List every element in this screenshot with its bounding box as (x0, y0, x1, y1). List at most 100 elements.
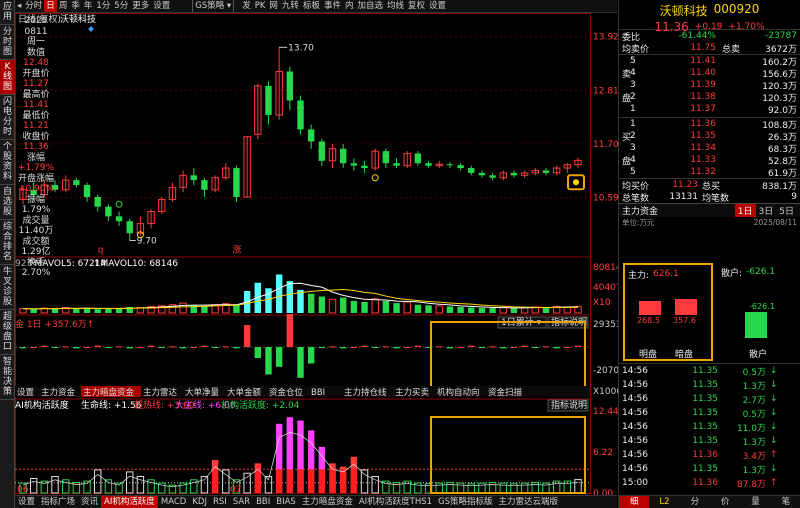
subtab[interactable]: 大单金额 (227, 387, 262, 398)
subtab[interactable]: 大单净量 (185, 387, 220, 398)
chart-area[interactable]: 日线(复权)沃顿科技13.9212.8111.7010.5913.709.70q… (15, 13, 618, 495)
sidebar-item[interactable]: 超级盘口 (0, 310, 15, 355)
candle-body[interactable] (233, 168, 240, 198)
sidebar-item[interactable]: 自选股 (0, 185, 15, 220)
period-tab[interactable]: 分时 (23, 0, 44, 12)
candle-body[interactable] (201, 180, 208, 190)
period-tab[interactable]: 设置 (151, 0, 172, 12)
subtab[interactable]: 主力暗盘资金 (83, 387, 135, 398)
indicator-tab[interactable]: 资讯 (78, 496, 101, 508)
candle-body[interactable] (542, 170, 550, 173)
candle-body[interactable] (115, 216, 123, 222)
toolbar-item[interactable]: 九转 (280, 0, 301, 12)
indicator-tab[interactable]: SAR (230, 496, 253, 508)
sell-level[interactable]: 盘 2 11.38 120.3万 (619, 91, 800, 104)
sidebar-item[interactable]: 分时图 (0, 25, 15, 60)
candle-body[interactable] (468, 168, 475, 173)
toolbar-item[interactable]: 内 (343, 0, 356, 12)
candle-body[interactable] (73, 180, 80, 185)
subtab[interactable]: 主力雷达 (143, 387, 178, 398)
toolbar-item[interactable]: 发 (240, 0, 253, 12)
toolbar-item[interactable]: 标板 (301, 0, 322, 12)
sidebar-item[interactable]: 个股资料 (0, 140, 15, 185)
subtab[interactable]: 主力买卖 (395, 387, 430, 398)
sidebar-item[interactable]: 牛叉诊股 (0, 265, 15, 310)
candle-body[interactable] (489, 175, 496, 178)
period-tab[interactable]: 年 (82, 0, 95, 12)
toolbar-item[interactable]: 加自选 (355, 0, 385, 12)
sell-level[interactable]: 5 11.41 160.2万 (619, 55, 800, 68)
indicator-tab[interactable]: RSI (210, 496, 230, 508)
candle-body[interactable] (94, 197, 101, 207)
indicator-tab[interactable]: GS策略指标版 (435, 496, 495, 508)
period-tab[interactable]: 日 (44, 0, 57, 12)
sidebar-item[interactable]: K线图 (0, 60, 15, 95)
candle-body[interactable] (425, 163, 432, 166)
toolbar-item[interactable]: 设置 (427, 0, 448, 12)
money-flow-tab[interactable]: 3日 (756, 204, 777, 217)
subtab[interactable]: 资金扫描 (488, 387, 523, 398)
detail-tab[interactable]: L2 (649, 496, 679, 508)
toolbar-item[interactable]: 网 (267, 0, 280, 12)
indicator-tab[interactable]: 主力暗盘资金 (299, 496, 356, 508)
subtab[interactable]: 机构自动向 (437, 387, 480, 398)
indicator-tab[interactable]: BBI (253, 496, 273, 508)
subtab[interactable]: 主力持仓线 (344, 387, 387, 398)
candle-body[interactable] (339, 148, 347, 164)
subtab[interactable]: BBI (311, 388, 325, 398)
detail-tab[interactable]: 细 (619, 496, 650, 508)
candle-body[interactable] (105, 206, 112, 217)
alert-icon[interactable] (573, 179, 579, 186)
toolbar-item[interactable]: PK (253, 0, 268, 12)
candle-body[interactable] (307, 129, 315, 142)
sidebar-item[interactable]: 闪电分时 (0, 95, 15, 140)
candle-body[interactable] (318, 141, 326, 161)
toolbar-item[interactable]: 复权 (406, 0, 427, 12)
buy-level[interactable]: 盘 4 11.33 52.8万 (619, 154, 800, 167)
candle-body[interactable] (457, 165, 464, 169)
period-tab[interactable]: 季 (69, 0, 82, 12)
candle-body[interactable] (510, 172, 518, 176)
toolbar-item[interactable]: 均线 (385, 0, 406, 12)
indicator-tab[interactable]: KDJ (189, 496, 210, 508)
money-flow-tab[interactable]: 1日 (734, 204, 756, 217)
detail-tab[interactable]: 分 (680, 496, 710, 508)
indicator-tab[interactable]: AI机构活跃度THS1 (356, 496, 435, 508)
event-marker[interactable] (88, 26, 94, 32)
indicator-tab[interactable]: 主力雷达云端版 (496, 496, 562, 508)
buy-level[interactable]: 5 11.32 61.9万 (619, 166, 800, 179)
candle-body[interactable] (361, 165, 368, 169)
candle-body[interactable] (414, 153, 422, 164)
period-tab[interactable]: 更多 (130, 0, 151, 12)
indicator-tab[interactable]: BIAS (273, 496, 299, 508)
buy-level[interactable]: 3 11.34 68.3万 (619, 142, 800, 155)
signal-icon[interactable] (115, 200, 123, 208)
period-tab[interactable]: 1分 (94, 0, 112, 12)
strategy-select[interactable]: GS策略 ▾ (192, 0, 235, 12)
period-tab[interactable]: 周 (57, 0, 70, 12)
sell-level[interactable]: 1 11.37 92.0万 (619, 103, 800, 116)
candle-body[interactable] (478, 172, 486, 176)
indicator-tab[interactable]: 指标广场 (38, 496, 78, 508)
subtab[interactable]: 设置 (17, 387, 35, 398)
detail-tab[interactable]: 量 (740, 496, 770, 508)
indicator-tab[interactable]: 设置 (15, 496, 38, 508)
candle-body[interactable] (286, 71, 294, 101)
indicator-tab[interactable]: MACD (158, 496, 189, 508)
candle-body[interactable] (446, 164, 454, 166)
sidebar-item[interactable]: 应用 (0, 0, 15, 25)
buy-level[interactable]: 买 2 11.35 26.3万 (619, 130, 800, 143)
candle-body[interactable] (190, 175, 197, 181)
candle-body[interactable] (393, 163, 400, 166)
back-icon[interactable]: ◂ (15, 0, 23, 12)
sell-level[interactable]: 3 11.39 120.3万 (619, 79, 800, 92)
subtab[interactable]: 主力资金 (41, 387, 76, 398)
candle-body[interactable] (265, 85, 272, 115)
buy-level[interactable]: 1 11.36 108.8万 (619, 118, 800, 131)
sidebar-item[interactable]: 综合排名 (0, 220, 15, 265)
candle-body[interactable] (126, 221, 133, 234)
money-flow-tab[interactable]: 5日 (776, 204, 797, 217)
subtab[interactable]: 资金仓位 (269, 387, 304, 398)
sidebar-item[interactable]: 智能决策 (0, 355, 15, 400)
indicator-tab[interactable]: AI机构活跃度 (101, 496, 158, 508)
